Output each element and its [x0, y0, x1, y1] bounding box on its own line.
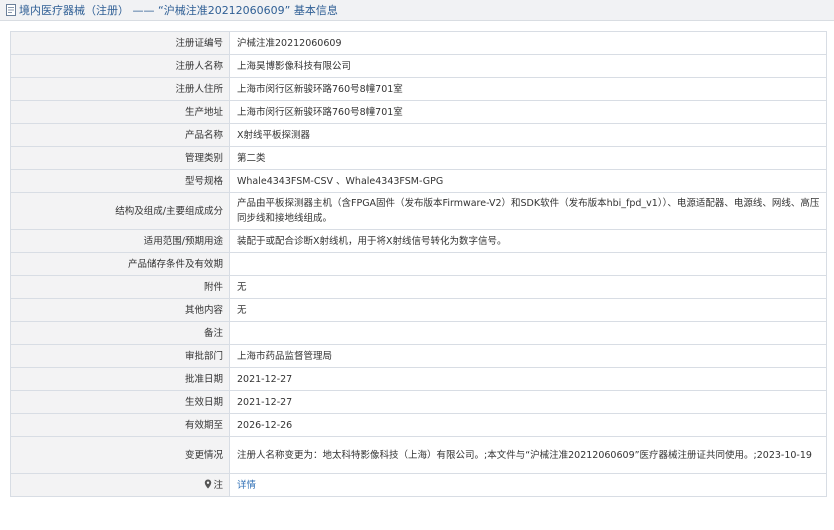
field-label: 备注 [10, 321, 230, 345]
field-value: 2026-12-26 [229, 413, 827, 437]
field-label: 管理类别 [10, 146, 230, 170]
table-row: 变更情况 注册人名称变更为：地太科特影像科技（上海）有限公司。;本文件与“沪械注… [10, 436, 827, 474]
field-value: 上海市闵行区新骏环路760号8幢701室 [229, 77, 827, 101]
field-value: 装配于或配合诊断X射线机，用于将X射线信号转化为数字信号。 [229, 229, 827, 253]
field-label: 注册人名称 [10, 54, 230, 78]
field-value: 沪械注准20212060609 [229, 31, 827, 55]
field-value: 上海昊博影像科技有限公司 [229, 54, 827, 78]
page-header: 境内医疗器械（注册） —— “沪械注准20212060609” 基本信息 [0, 0, 834, 21]
details-link[interactable]: 详情 [237, 480, 256, 491]
field-value: 第二类 [229, 146, 827, 170]
table-row: 产品储存条件及有效期 [10, 252, 827, 276]
field-value: 无 [229, 275, 827, 299]
field-label: 生效日期 [10, 390, 230, 414]
field-label: 变更情况 [10, 436, 230, 474]
field-label: 其他内容 [10, 298, 230, 322]
note-label-cell: 注 [10, 473, 230, 497]
note-label: 注 [213, 479, 223, 491]
field-label: 注册人住所 [10, 77, 230, 101]
field-label: 结构及组成/主要组成成分 [10, 192, 230, 230]
field-value: 2021-12-27 [229, 367, 827, 391]
table-row: 批准日期 2021-12-27 [10, 367, 827, 391]
field-value: Whale4343FSM-CSV 、Whale4343FSM-GPG [229, 169, 827, 193]
field-label: 适用范围/预期用途 [10, 229, 230, 253]
field-value: 2021-12-27 [229, 390, 827, 414]
field-value: 产品由平板探测器主机（含FPGA固件（发布版本Firmware-V2）和SDK软… [229, 192, 827, 230]
field-label: 生产地址 [10, 100, 230, 124]
field-value: 注册人名称变更为：地太科特影像科技（上海）有限公司。;本文件与“沪械注准2021… [229, 436, 827, 474]
table-row: 产品名称 X射线平板探测器 [10, 123, 827, 147]
detail-cell: 详情 [229, 473, 827, 497]
table-row: 备注 [10, 321, 827, 345]
table-row: 注册人住所 上海市闵行区新骏环路760号8幢701室 [10, 77, 827, 101]
field-value: X射线平板探测器 [229, 123, 827, 147]
field-value [229, 252, 827, 276]
table-row: 生产地址 上海市闵行区新骏环路760号8幢701室 [10, 100, 827, 124]
field-label: 产品储存条件及有效期 [10, 252, 230, 276]
location-pin-icon [205, 479, 212, 488]
document-icon [6, 4, 16, 16]
field-label: 有效期至 [10, 413, 230, 437]
table-row: 附件 无 [10, 275, 827, 299]
table-row: 审批部门 上海市药品监督管理局 [10, 344, 827, 368]
table-row: 生效日期 2021-12-27 [10, 390, 827, 414]
table-row: 其他内容 无 [10, 298, 827, 322]
field-value: 无 [229, 298, 827, 322]
field-value [229, 321, 827, 345]
table-row: 注册证编号 沪械注准20212060609 [10, 31, 827, 55]
field-value: 上海市药品监督管理局 [229, 344, 827, 368]
field-label: 型号规格 [10, 169, 230, 193]
info-table: 注册证编号 沪械注准20212060609 注册人名称 上海昊博影像科技有限公司… [10, 31, 827, 497]
page-title: 境内医疗器械（注册） —— “沪械注准20212060609” 基本信息 [19, 4, 338, 17]
info-table-container: 注册证编号 沪械注准20212060609 注册人名称 上海昊博影像科技有限公司… [10, 31, 827, 497]
field-label: 批准日期 [10, 367, 230, 391]
table-row: 型号规格 Whale4343FSM-CSV 、Whale4343FSM-GPG [10, 169, 827, 193]
field-value: 上海市闵行区新骏环路760号8幢701室 [229, 100, 827, 124]
field-label: 审批部门 [10, 344, 230, 368]
table-row: 注 详情 [10, 473, 827, 497]
table-row: 有效期至 2026-12-26 [10, 413, 827, 437]
table-row: 适用范围/预期用途 装配于或配合诊断X射线机，用于将X射线信号转化为数字信号。 [10, 229, 827, 253]
table-row: 注册人名称 上海昊博影像科技有限公司 [10, 54, 827, 78]
field-label: 附件 [10, 275, 230, 299]
table-row: 管理类别 第二类 [10, 146, 827, 170]
field-label: 产品名称 [10, 123, 230, 147]
field-label: 注册证编号 [10, 31, 230, 55]
table-row: 结构及组成/主要组成成分 产品由平板探测器主机（含FPGA固件（发布版本Firm… [10, 192, 827, 230]
